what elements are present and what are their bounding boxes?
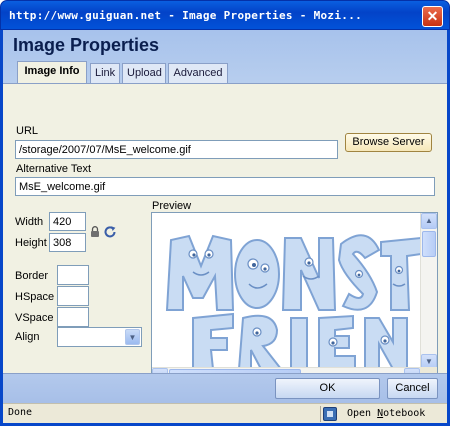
tab-upload[interactable]: Upload	[122, 63, 166, 84]
url-input[interactable]	[15, 140, 338, 159]
open-notebook-label: Open Notebook	[347, 408, 425, 419]
vertical-scroll-thumb[interactable]	[422, 231, 436, 257]
dialog-footer: OK Cancel	[3, 373, 447, 403]
align-select[interactable]: ▼	[57, 327, 142, 347]
window-titlebar: http://www.guiguan.net - Image Propertie…	[0, 0, 450, 30]
window-title: http://www.guiguan.net - Image Propertie…	[9, 9, 363, 22]
preview-label: Preview	[152, 200, 192, 212]
status-bar: Done Open Notebook	[3, 403, 447, 423]
tab-image-info[interactable]: Image Info	[17, 61, 87, 85]
hspace-label: HSpace	[15, 291, 55, 303]
preview-vertical-scrollbar[interactable]: ▲ ▼	[420, 213, 437, 370]
height-label: Height	[15, 237, 47, 249]
alt-text-input[interactable]	[15, 177, 435, 196]
close-window-button[interactable]: ✕	[422, 6, 443, 27]
preview-image	[153, 214, 421, 369]
align-label: Align	[15, 331, 40, 343]
monster-welcome-image	[165, 234, 421, 369]
border-label: Border	[15, 270, 49, 282]
ok-button[interactable]: OK	[275, 378, 380, 399]
url-label: URL	[16, 125, 39, 137]
preview-box: ▲ ▼ ◀ ▶	[151, 212, 438, 385]
reset-size-icon[interactable]	[103, 225, 117, 239]
lock-icon[interactable]	[90, 226, 100, 238]
hspace-input[interactable]	[57, 286, 89, 306]
open-notebook-button[interactable]: Open Notebook	[323, 405, 425, 423]
scroll-up-icon[interactable]: ▲	[421, 213, 437, 229]
cancel-button[interactable]: Cancel	[387, 378, 438, 399]
window-client: Image Properties Image Info Link Upload …	[3, 30, 447, 423]
close-icon: ✕	[426, 8, 439, 24]
status-separator	[320, 406, 321, 422]
tab-link[interactable]: Link	[90, 63, 120, 84]
open-notebook-label-post: otebook	[383, 408, 426, 419]
dialog-title: Image Properties	[13, 35, 160, 55]
alt-text-label: Alternative Text	[16, 163, 92, 175]
vspace-label: VSpace	[15, 312, 54, 324]
tab-advanced[interactable]: Advanced	[168, 63, 228, 84]
open-notebook-label-pre: Open	[347, 408, 378, 419]
width-label: Width	[15, 216, 44, 228]
image-info-panel: URL Browse Server Alternative Text Width…	[3, 83, 447, 385]
status-text: Done	[8, 407, 33, 418]
notebook-icon	[323, 407, 337, 421]
browse-server-button[interactable]: Browse Server	[345, 133, 432, 152]
chevron-down-icon[interactable]: ▼	[125, 329, 140, 345]
vspace-input[interactable]	[57, 307, 89, 327]
height-input[interactable]	[49, 233, 86, 252]
width-input[interactable]	[49, 212, 86, 231]
dialog-header: Image Properties Image Info Link Upload …	[3, 30, 447, 88]
window-frame: Image Properties Image Info Link Upload …	[0, 30, 450, 426]
border-input[interactable]	[57, 265, 89, 285]
